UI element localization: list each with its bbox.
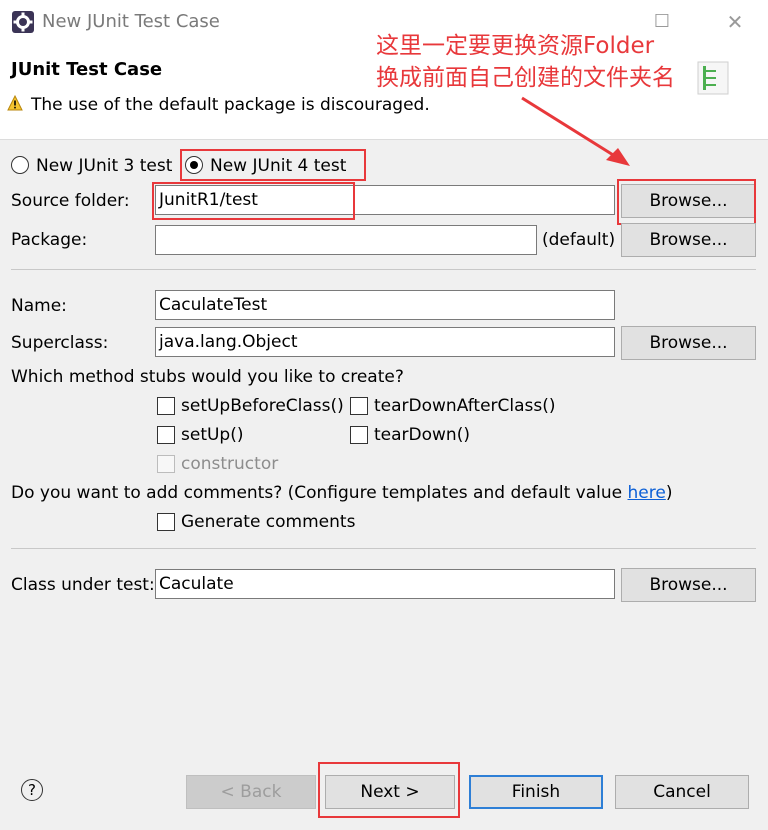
name-label: Name: [11, 296, 67, 316]
class-under-test-label: Class under test: [11, 575, 155, 595]
cancel-button[interactable]: Cancel [615, 775, 749, 809]
radio-junit3[interactable] [11, 156, 29, 174]
eclipse-logo-icon [11, 10, 35, 34]
class-under-test-field[interactable]: Caculate [155, 569, 615, 599]
annotation-box-next [318, 762, 460, 818]
setup-label[interactable]: setUp() [181, 424, 243, 446]
maximize-button[interactable]: ☐ [650, 10, 674, 34]
annotation-arrow [521, 96, 630, 166]
teardown-after-class-label[interactable]: tearDownAfterClass() [374, 395, 556, 417]
setup-before-class-label[interactable]: setUpBeforeClass() [181, 395, 344, 417]
superclass-label: Superclass: [11, 333, 109, 353]
constructor-checkbox [157, 455, 175, 473]
warning-message: The use of the default package is discou… [31, 95, 430, 115]
annotation-box-source-folder [152, 182, 355, 220]
separator-2 [11, 548, 756, 549]
comments-here-link[interactable]: here [628, 483, 666, 503]
radio-junit3-label[interactable]: New JUnit 3 test [36, 155, 172, 177]
teardown-after-class-checkbox[interactable] [350, 397, 368, 415]
constructor-label: constructor [181, 454, 279, 474]
name-field[interactable]: CaculateTest [155, 290, 615, 320]
generate-comments-checkbox[interactable] [157, 513, 175, 531]
setup-checkbox[interactable] [157, 426, 175, 444]
package-default-label: (default) [542, 230, 616, 250]
separator-1 [11, 269, 756, 270]
annotation-box-junit4 [180, 149, 366, 181]
stubs-question: Which method stubs would you like to cre… [11, 367, 404, 387]
package-label: Package: [11, 230, 88, 250]
annotation-line-2: 换成前面自己创建的文件夹名 [376, 65, 675, 91]
teardown-checkbox[interactable] [350, 426, 368, 444]
help-icon[interactable]: ? [21, 779, 43, 801]
superclass-field[interactable]: java.lang.Object [155, 327, 615, 357]
annotation-line-1: 这里一定要更换资源Folder [376, 33, 655, 59]
warning-icon [7, 94, 23, 111]
window-title: New JUnit Test Case [42, 11, 220, 32]
class-under-test-browse-button[interactable]: Browse... [621, 568, 756, 602]
generate-comments-label[interactable]: Generate comments [181, 511, 355, 533]
package-browse-button[interactable]: Browse... [621, 223, 756, 257]
back-button: < Back [186, 775, 316, 809]
package-field[interactable] [155, 225, 537, 255]
annotation-box-browse [617, 179, 756, 225]
junit-wizard-icon [694, 58, 734, 98]
close-button[interactable]: ✕ [720, 10, 750, 34]
comments-question: Do you want to add comments? (Configure … [11, 482, 672, 504]
page-title: JUnit Test Case [11, 59, 163, 80]
setup-before-class-checkbox[interactable] [157, 397, 175, 415]
comments-close-paren: ) [665, 483, 673, 503]
comments-question-text: Do you want to add comments? (Configure … [11, 483, 628, 503]
teardown-label[interactable]: tearDown() [374, 424, 470, 446]
source-folder-label: Source folder: [11, 191, 130, 211]
superclass-browse-button[interactable]: Browse... [621, 326, 756, 360]
finish-button[interactable]: Finish [469, 775, 603, 809]
